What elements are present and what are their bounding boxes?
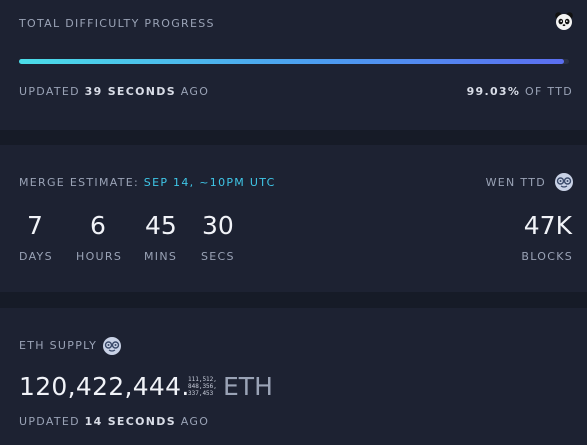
countdown-days-value: 7 (27, 211, 43, 240)
merge-estimate-value: SEP 14, ~10PM UTC (143, 176, 276, 189)
nerd-face-icon (102, 336, 122, 356)
difficulty-progress-bar (19, 59, 569, 64)
merge-estimate: MERGE ESTIMATE: SEP 14, ~10PM UTC (19, 176, 276, 189)
supply-fraction: 111,512, 848,356, 337,453 (188, 376, 217, 397)
supply-fraction-line: 337,453 (188, 390, 214, 397)
supply-updated: UPDATED 14 SECONDS AGO (19, 415, 209, 428)
updated-suffix: AGO (180, 415, 210, 428)
countdown-hours-label: HOURS (76, 250, 123, 263)
merge-estimate-label: MERGE ESTIMATE: (19, 176, 139, 189)
updated-value: 14 SECONDS (84, 415, 176, 428)
supply-title: ETH SUPPLY (19, 339, 98, 352)
countdown-mins-label: MINS (144, 250, 178, 263)
supply-value: 120,422,444. (19, 372, 190, 401)
supply-unit: ETH (223, 372, 273, 401)
percent-value: 99.03% (466, 85, 521, 98)
difficulty-panel: TOTAL DIFFICULTY PROGRESS UPDATED 39 SEC… (0, 0, 587, 130)
updated-prefix: UPDATED (19, 85, 80, 98)
blocks-remaining-label: BLOCKS (521, 250, 573, 263)
supply-fraction-line: 848,356, (188, 383, 217, 390)
merge-panel (0, 145, 587, 292)
countdown-secs-value: 30 (202, 211, 234, 240)
updated-suffix: AGO (180, 85, 210, 98)
updated-prefix: UPDATED (19, 415, 80, 428)
countdown-secs-label: SECS (201, 250, 235, 263)
difficulty-progress-fill (19, 59, 564, 64)
blocks-remaining-value: 47K (523, 211, 572, 240)
countdown-hours-value: 6 (90, 211, 106, 240)
difficulty-percent: 99.03% OF TTD (467, 85, 573, 98)
panda-icon (554, 11, 574, 31)
difficulty-title: TOTAL DIFFICULTY PROGRESS (19, 17, 215, 30)
nerd-face-icon (554, 172, 574, 192)
countdown-days-label: DAYS (19, 250, 53, 263)
wen-ttd-label: WEN TTD (485, 176, 546, 189)
supply-fraction-line: 111,512, (188, 376, 217, 383)
updated-value: 39 SECONDS (84, 85, 176, 98)
countdown-mins-value: 45 (145, 211, 177, 240)
percent-suffix: OF TTD (525, 85, 573, 98)
difficulty-updated: UPDATED 39 SECONDS AGO (19, 85, 209, 98)
